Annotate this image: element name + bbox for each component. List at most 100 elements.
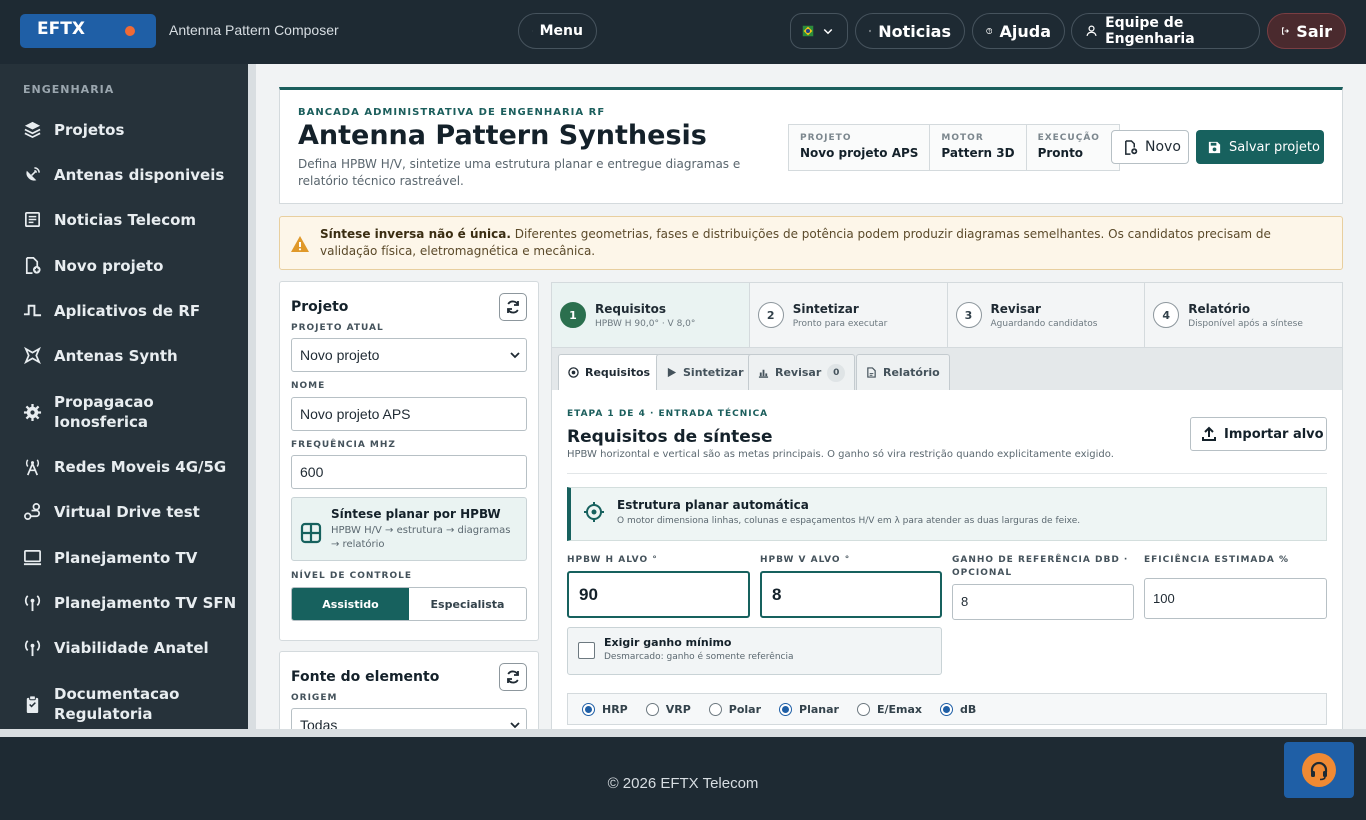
require-min-gain-checkbox[interactable]: Exigir ganho mínimo Desmarcado: ganho é …	[567, 627, 942, 675]
support-chat-button[interactable]	[1284, 742, 1354, 798]
layers-icon	[24, 121, 41, 139]
step-title: Requisitos	[595, 301, 667, 316]
help-circle-icon	[986, 28, 993, 34]
reference-gain-input[interactable]: 8	[952, 584, 1134, 620]
sidebar-scrollbar[interactable]	[248, 64, 256, 729]
panel-title: Projeto	[291, 299, 349, 315]
sidebar-item-viabilidade-anatel[interactable]: Viabilidade Anatel	[23, 638, 243, 658]
team-button[interactable]: Equipe de Engenharia	[1071, 13, 1260, 49]
radio-db[interactable]: dB	[940, 702, 976, 716]
hpbw-v-input[interactable]: 8	[760, 571, 942, 618]
hpbw-h-label: HPBW H ALVO °	[567, 555, 658, 565]
section-title: Requisitos de síntese	[567, 427, 773, 447]
team-label: Equipe de Engenharia	[1105, 15, 1195, 47]
meta-key: PROJETO	[800, 133, 852, 143]
language-select[interactable]	[790, 13, 848, 49]
step-revisar[interactable]: 3 Revisar Aguardando candidatos	[948, 283, 1146, 347]
upload-icon	[1202, 426, 1216, 441]
logout-button[interactable]: Sair	[1267, 13, 1346, 49]
step-sintetizar[interactable]: 2 Sintetizar Pronto para executar	[750, 283, 948, 347]
meta-project: PROJETO Novo projeto APS	[789, 125, 931, 170]
radio-button[interactable]	[856, 702, 870, 716]
step-requisitos[interactable]: 1 Requisitos HPBW H 90,0° · V 8,0°	[552, 283, 750, 347]
footer: © 2026 EFTX Telecom	[0, 737, 1366, 820]
tab-sintetizar[interactable]: Sintetizar	[656, 354, 754, 390]
refresh-button[interactable]	[499, 663, 527, 691]
route-icon	[24, 503, 41, 520]
new-label: Novo	[1145, 139, 1181, 155]
radio-e-emax[interactable]: E/Emax	[856, 702, 922, 716]
sidebar-item-label: Projetos	[54, 121, 125, 139]
radio-button[interactable]	[779, 702, 793, 716]
efficiency-label: EFICIÊNCIA ESTIMADA %	[1144, 555, 1289, 565]
brand-logo[interactable]: EFTX	[20, 14, 156, 48]
sidebar-item-aplicativos-rf[interactable]: Aplicativos de RF	[23, 301, 243, 321]
page-description: Defina HPBW H/V, sintetize uma estrutura…	[298, 157, 741, 188]
step-relatorio[interactable]: 4 Relatório Disponível após a síntese	[1145, 283, 1342, 347]
news-button[interactable]: Noticias	[855, 13, 965, 49]
step-subtitle: HPBW H 90,0° · V 8,0°	[595, 318, 696, 329]
warning-text: Síntese inversa não é única. Diferentes …	[320, 226, 1330, 260]
import-target-button[interactable]: Importar alvo	[1190, 417, 1327, 451]
min-gain-title: Exigir ganho mínimo	[604, 636, 732, 649]
sidebar-item-noticias-telecom[interactable]: Noticias Telecom	[23, 210, 243, 230]
current-project-select[interactable]: Novo projeto	[291, 338, 527, 372]
radio-button[interactable]	[582, 702, 595, 716]
save-label: Salvar projeto	[1229, 139, 1320, 155]
horizontal-scrollbar[interactable]	[0, 729, 1366, 737]
hpbw-h-input[interactable]: 90	[567, 571, 750, 618]
tab-relatorio[interactable]: Relatório	[856, 354, 950, 390]
radio-vrp[interactable]: VRP	[645, 702, 691, 716]
footer-copyright: © 2026 EFTX Telecom	[607, 775, 759, 792]
radio-button[interactable]	[645, 702, 659, 716]
sidebar-section-title: ENGENHARIA	[23, 83, 115, 96]
sidebar-item-virtual-drive-test[interactable]: Virtual Drive test	[23, 502, 243, 522]
sidebar-item-antenas-synth[interactable]: Antenas Synth	[23, 346, 243, 366]
refresh-button[interactable]	[499, 293, 527, 321]
help-button[interactable]: Ajuda	[972, 13, 1065, 49]
new-project-button[interactable]: Novo	[1111, 130, 1189, 164]
chevron-down-icon	[510, 722, 520, 729]
control-assisted-option[interactable]: Assistido	[292, 588, 409, 620]
control-expert-option[interactable]: Especialista	[409, 588, 526, 620]
menu-button[interactable]: Menu	[518, 13, 597, 49]
warning-icon	[291, 236, 309, 252]
broadcast-icon	[24, 640, 41, 657]
min-gain-subtitle: Desmarcado: ganho é somente referência	[604, 652, 794, 662]
hpbw-synthesis-card[interactable]: Síntese planar por HPBW HPBW H/V → estru…	[291, 497, 527, 561]
frequency-input[interactable]: 600	[291, 455, 527, 489]
efficiency-input[interactable]: 100	[1144, 578, 1327, 619]
hamburger-icon	[532, 30, 533, 32]
project-name-input[interactable]: Novo projeto APS	[291, 397, 527, 431]
sidebar: ENGENHARIA Projetos Antenas disponiveis …	[0, 64, 248, 729]
current-project-label: PROJETO ATUAL	[291, 323, 384, 333]
radio-button[interactable]	[708, 702, 722, 716]
tab-revisar[interactable]: Revisar 0	[748, 354, 856, 390]
origin-select[interactable]: Todas	[291, 708, 527, 729]
sidebar-item-redes-moveis[interactable]: Redes Moveis 4G/5G	[23, 457, 243, 477]
sidebar-item-label: Viabilidade Anatel	[54, 639, 209, 657]
save-project-button[interactable]: Salvar projeto	[1196, 130, 1324, 164]
main-content: BANCADA ADMINISTRATIVA DE ENGENHARIA RF …	[256, 64, 1366, 729]
control-level-label: NÍVEL DE CONTROLE	[291, 571, 413, 581]
radio-polar[interactable]: Polar	[708, 702, 761, 716]
radio-planar[interactable]: Planar	[779, 702, 839, 716]
radio-button[interactable]	[940, 702, 954, 716]
tab-requisitos[interactable]: Requisitos	[558, 354, 661, 390]
target-icon	[568, 367, 579, 378]
sidebar-item-propagacao-ionosferica[interactable]: Propagacao Ionosferica	[23, 392, 243, 432]
support-badge	[1302, 753, 1336, 787]
file-plus-icon	[1125, 139, 1138, 155]
step-title: Relatório	[1188, 301, 1251, 316]
sidebar-item-antenas-disponiveis[interactable]: Antenas disponiveis	[23, 165, 243, 185]
sidebar-item-projetos[interactable]: Projetos	[23, 120, 243, 140]
sidebar-item-novo-projeto[interactable]: Novo projeto	[23, 256, 243, 276]
radio-hrp[interactable]: HRP	[582, 702, 628, 716]
step-subtitle: Disponível após a síntese	[1188, 318, 1303, 329]
newspaper-icon	[24, 211, 41, 228]
sidebar-item-planejamento-tv-sfn[interactable]: Planejamento TV SFN	[23, 593, 243, 613]
checkbox-box[interactable]	[578, 642, 595, 659]
sidebar-item-documentacao-regulatoria[interactable]: Documentacao Regulatoria	[23, 684, 243, 724]
sidebar-item-planejamento-tv[interactable]: Planejamento TV	[23, 548, 243, 568]
save-icon	[1208, 141, 1221, 153]
